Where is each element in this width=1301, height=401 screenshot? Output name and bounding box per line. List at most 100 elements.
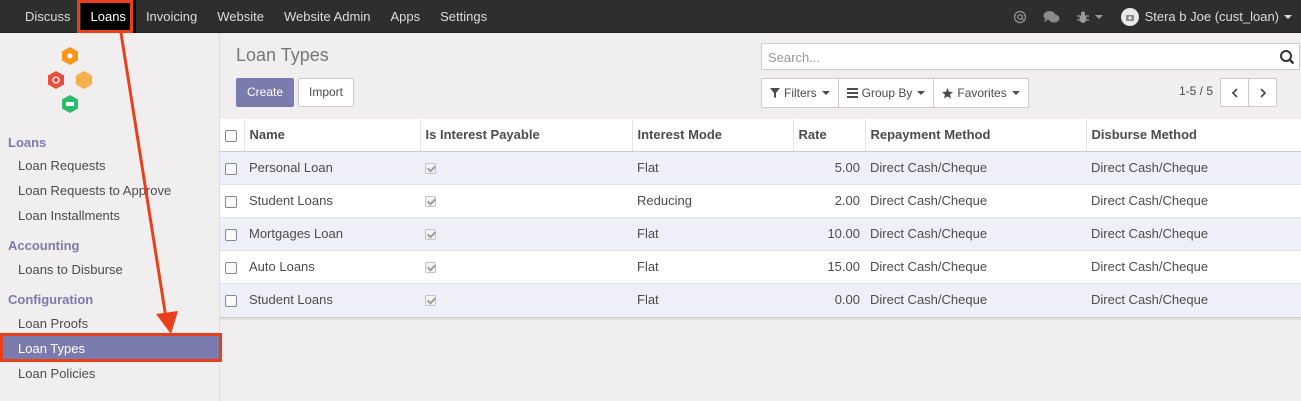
top-navbar: Discuss Loans Invoicing Website Website … (0, 0, 1301, 33)
table-row[interactable]: Student Loans Reducing 2.00 Direct Cash/… (220, 183, 1301, 217)
table-footer (220, 317, 1301, 320)
cell-interest-payable (420, 282, 632, 316)
filters-label: Filters (784, 86, 817, 100)
row-checkbox[interactable] (220, 216, 244, 250)
cell-interest-mode: Flat (632, 216, 793, 250)
cell-rate: 10.00 (793, 216, 865, 250)
group-by-label: Group By (861, 86, 913, 100)
user-name: Stera b Joe (cust_loan) (1144, 9, 1279, 24)
cell-name: Auto Loans (244, 249, 420, 283)
menu-discuss[interactable]: Discuss (15, 0, 81, 33)
column-is-interest-payable[interactable]: Is Interest Payable (420, 119, 633, 152)
cell-interest-payable (420, 183, 632, 217)
cell-repayment-method: Direct Cash/Cheque (865, 249, 1086, 283)
cell-rate: 5.00 (793, 150, 865, 184)
menu-website-admin[interactable]: Website Admin (274, 0, 380, 33)
cell-interest-payable (420, 150, 632, 184)
cell-disburse-method: Direct Cash/Cheque (1086, 282, 1301, 316)
cell-disburse-method: Direct Cash/Cheque (1086, 150, 1301, 184)
create-button[interactable]: Create (236, 78, 295, 107)
favorites-button[interactable]: Favorites (933, 78, 1029, 108)
row-checkbox[interactable] (220, 150, 244, 184)
column-interest-mode[interactable]: Interest Mode (632, 119, 794, 152)
cell-rate: 2.00 (793, 183, 865, 217)
sidebar-item-loan-policies[interactable]: Loan Policies (0, 361, 219, 386)
table-row[interactable]: Mortgages Loan Flat 10.00 Direct Cash/Ch… (220, 216, 1301, 250)
checked-icon (425, 163, 436, 175)
menu-apps[interactable]: Apps (380, 0, 430, 33)
systray: Stera b Joe (cust_loan) (997, 0, 1292, 33)
main-content: Loan Types Create Import Search... Filte… (220, 33, 1301, 401)
chevron-left-icon (1231, 87, 1238, 98)
cell-repayment-method: Direct Cash/Cheque (865, 216, 1086, 250)
pager-value[interactable]: 1-5 / 5 (1179, 84, 1213, 98)
table-row[interactable]: Student Loans Flat 0.00 Direct Cash/Cheq… (220, 282, 1301, 316)
sidebar-item-loan-requests[interactable]: Loan Requests (0, 153, 219, 178)
menu-website[interactable]: Website (207, 0, 274, 33)
import-button[interactable]: Import (298, 78, 355, 107)
cell-interest-mode: Reducing (632, 183, 793, 217)
favorites-label: Favorites (957, 86, 1007, 100)
row-checkbox[interactable] (220, 249, 244, 283)
select-all-checkbox[interactable] (220, 119, 245, 152)
cell-rate: 0.00 (793, 282, 865, 316)
cell-repayment-method: Direct Cash/Cheque (865, 282, 1086, 316)
page-title: Loan Types (236, 45, 329, 65)
cell-interest-mode: Flat (632, 282, 793, 316)
sidebar-item-loan-requests-to-approve[interactable]: Loan Requests to Approve (0, 178, 219, 203)
cell-rate: 15.00 (793, 249, 865, 283)
section-configuration: Configuration (8, 292, 94, 307)
cell-disburse-method: Direct Cash/Cheque (1086, 183, 1301, 217)
probuse-logo[interactable] (40, 45, 185, 120)
cell-interest-mode: Flat (632, 150, 793, 184)
pager-previous-button[interactable] (1220, 78, 1249, 107)
table-row[interactable]: Personal Loan Flat 5.00 Direct Cash/Cheq… (220, 150, 1301, 184)
search-filter-buttons: Filters Group By Favorites (761, 78, 1029, 108)
section-accounting: Accounting (8, 238, 80, 253)
column-name[interactable]: Name (244, 119, 421, 152)
cell-interest-payable (420, 216, 632, 250)
menu-invoicing[interactable]: Invoicing (136, 0, 207, 33)
cell-repayment-method: Direct Cash/Cheque (865, 183, 1086, 217)
section-loans: Loans (8, 135, 47, 150)
search-input[interactable]: Search... (761, 43, 1300, 70)
pager-next-button[interactable] (1248, 78, 1277, 107)
list-icon (846, 88, 858, 98)
top-menu: Discuss Loans Invoicing Website Website … (15, 0, 497, 33)
cell-name: Personal Loan (244, 150, 420, 184)
column-rate[interactable]: Rate (793, 119, 866, 152)
cell-name: Mortgages Loan (244, 216, 420, 250)
cell-interest-payable (420, 249, 632, 283)
cell-disburse-method: Direct Cash/Cheque (1086, 216, 1301, 250)
table-row[interactable]: Auto Loans Flat 15.00 Direct Cash/Cheque… (220, 249, 1301, 283)
star-icon (942, 87, 954, 98)
filter-icon (770, 88, 780, 98)
checked-icon (425, 295, 436, 307)
column-disburse-method[interactable]: Disburse Method (1086, 119, 1301, 152)
sidebar-item-loan-installments[interactable]: Loan Installments (0, 203, 219, 228)
sidebar-item-loan-types[interactable]: Loan Types (0, 336, 219, 361)
menu-loans[interactable]: Loans (80, 0, 136, 33)
at-icon[interactable] (1013, 10, 1027, 24)
avatar (1120, 7, 1139, 26)
cell-repayment-method: Direct Cash/Cheque (865, 150, 1086, 184)
chat-icon[interactable] (1043, 10, 1060, 24)
row-checkbox[interactable] (220, 183, 244, 217)
column-repayment-method[interactable]: Repayment Method (865, 119, 1087, 152)
chevron-down-icon (917, 91, 926, 95)
cell-name: Student Loans (244, 183, 420, 217)
chevron-down-icon (1284, 14, 1292, 19)
checked-icon (425, 229, 436, 241)
group-by-button[interactable]: Group By (837, 78, 935, 108)
menu-settings[interactable]: Settings (430, 0, 497, 33)
sidebar-item-loans-to-disburse[interactable]: Loans to Disburse (0, 257, 219, 282)
loan-types-table: Name Is Interest Payable Interest Mode R… (220, 119, 1301, 316)
checked-icon (425, 262, 436, 274)
filters-button[interactable]: Filters (761, 78, 839, 108)
user-menu[interactable]: Stera b Joe (cust_loan) (1120, 7, 1292, 26)
sidebar-item-loan-proofs[interactable]: Loan Proofs (0, 311, 219, 336)
list-view: Name Is Interest Payable Interest Mode R… (220, 119, 1301, 316)
search-icon[interactable] (1279, 49, 1295, 68)
bug-icon[interactable] (1076, 10, 1103, 24)
row-checkbox[interactable] (220, 282, 244, 316)
